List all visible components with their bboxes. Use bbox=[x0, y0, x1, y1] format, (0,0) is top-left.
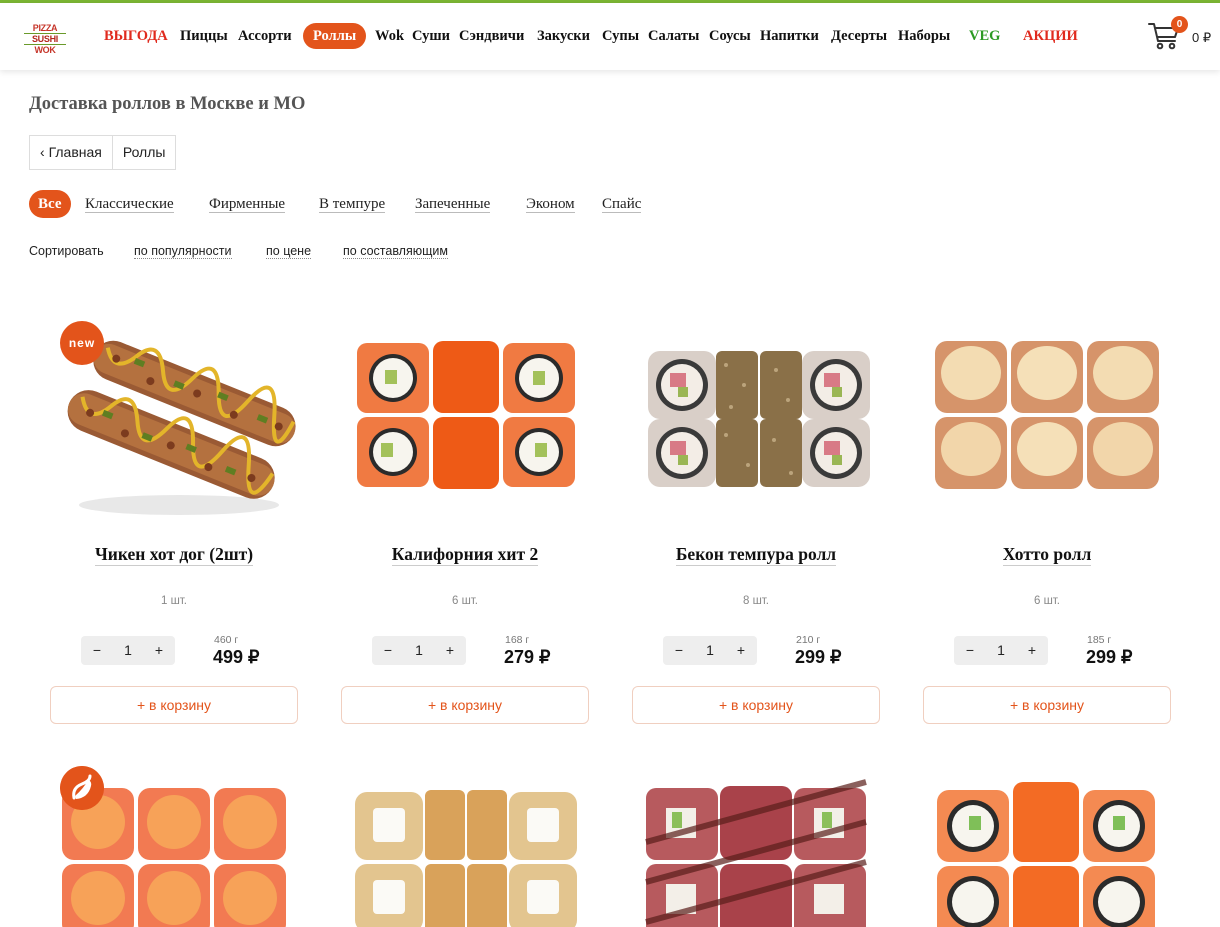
product-card bbox=[917, 762, 1177, 927]
logo-line-sushi: SUSHI bbox=[24, 33, 66, 45]
decrease-button[interactable]: − bbox=[962, 636, 978, 664]
nav-item-sets[interactable]: Наборы bbox=[898, 24, 950, 48]
product-card bbox=[335, 762, 595, 927]
decrease-button[interactable]: − bbox=[671, 636, 687, 664]
product-title[interactable]: Хотто ролл bbox=[917, 544, 1177, 566]
logo-line-wok: WOK bbox=[34, 45, 56, 55]
nav-item-pizza[interactable]: Пиццы bbox=[180, 24, 228, 48]
page-title: Доставка роллов в Москве и МО bbox=[29, 94, 306, 114]
product-image-eel[interactable] bbox=[626, 762, 886, 927]
product-count: 6 шт. bbox=[451, 595, 478, 607]
nav-item-sauces[interactable]: Соусы bbox=[709, 24, 751, 48]
add-to-cart-button[interactable]: + в корзину bbox=[341, 686, 589, 724]
product-weight: 168 г bbox=[505, 634, 530, 646]
product-title[interactable]: Бекон темпура ролл bbox=[626, 544, 886, 566]
nav-item-desserts[interactable]: Десерты bbox=[831, 24, 887, 48]
nav-item-assorti[interactable]: Ассорти bbox=[238, 24, 292, 48]
chili-icon bbox=[60, 766, 104, 810]
product-title-text: Хотто ролл bbox=[1002, 544, 1092, 566]
product-count: 1 шт. bbox=[160, 595, 187, 607]
product-title[interactable]: Чикен хот дог (2шт) bbox=[44, 544, 304, 566]
nav-item-soups[interactable]: Супы bbox=[602, 24, 639, 48]
product-image-baked[interactable] bbox=[917, 315, 1177, 525]
nav-item-promo[interactable]: АКЦИИ bbox=[1023, 24, 1078, 48]
increase-button[interactable]: + bbox=[1024, 636, 1040, 664]
nav-item-snacks[interactable]: Закуски bbox=[537, 24, 590, 48]
quantity-value: 1 bbox=[124, 642, 132, 658]
filter-label: Фирменные bbox=[209, 196, 286, 213]
product-image-tempura[interactable] bbox=[626, 315, 886, 525]
quantity-stepper: − 1 + bbox=[954, 636, 1048, 665]
quantity-stepper: − 1 + bbox=[81, 636, 175, 665]
nav-item-sushi[interactable]: Суши bbox=[412, 24, 450, 48]
filter-all[interactable]: Все bbox=[29, 190, 71, 218]
increase-button[interactable]: + bbox=[733, 636, 749, 664]
product-card bbox=[626, 762, 886, 927]
product-count: 6 шт. bbox=[1033, 595, 1060, 607]
nav-item-sandwiches[interactable]: Сэндвичи bbox=[459, 24, 524, 48]
quantity-value: 1 bbox=[997, 642, 1005, 658]
sort-by-popularity[interactable]: по популярности bbox=[134, 244, 232, 259]
filter-label: Эконом bbox=[526, 196, 575, 213]
breadcrumb: ‹ Главная Роллы bbox=[29, 135, 177, 170]
nav-item-vygoda[interactable]: ВЫГОДА bbox=[104, 24, 168, 48]
product-title[interactable]: Калифорния хит 2 bbox=[335, 544, 595, 566]
filter-econom[interactable]: Эконом bbox=[526, 190, 575, 218]
filter-baked[interactable]: Запеченные bbox=[415, 190, 491, 218]
decrease-button[interactable]: − bbox=[380, 636, 396, 664]
add-to-cart-button[interactable]: + в корзину bbox=[632, 686, 880, 724]
product-card bbox=[44, 762, 304, 927]
filter-classic[interactable]: Классические bbox=[85, 190, 174, 218]
product-price: 299 ₽ bbox=[1086, 647, 1133, 667]
product-weight: 185 г bbox=[1087, 634, 1112, 646]
site-header: PIZZA SUSHI WOK ВЫГОДА Пиццы Ассорти Рол… bbox=[0, 3, 1220, 70]
breadcrumb-home-label: Главная bbox=[48, 144, 102, 160]
quantity-value: 1 bbox=[706, 642, 714, 658]
quantity-stepper: − 1 + bbox=[372, 636, 466, 665]
filter-tempura[interactable]: В темпуре bbox=[319, 190, 386, 218]
add-to-cart-button[interactable]: + в корзину bbox=[50, 686, 298, 724]
sort-label: Сортировать bbox=[29, 244, 104, 258]
nav-item-salads[interactable]: Салаты bbox=[648, 24, 699, 48]
sort-by-price[interactable]: по цене bbox=[266, 244, 312, 259]
filter-signature[interactable]: Фирменные bbox=[209, 190, 286, 218]
decrease-button[interactable]: − bbox=[89, 636, 105, 664]
nav-item-rolls[interactable]: Роллы bbox=[303, 23, 367, 49]
product-price: 299 ₽ bbox=[795, 647, 842, 667]
product-title-text: Бекон темпура ролл bbox=[675, 544, 837, 566]
increase-button[interactable]: + bbox=[442, 636, 458, 664]
nav-item-wok[interactable]: Wok bbox=[375, 24, 404, 48]
quantity-stepper: − 1 + bbox=[663, 636, 757, 665]
product-image-california[interactable] bbox=[335, 315, 595, 525]
nav-item-drinks[interactable]: Напитки bbox=[760, 24, 819, 48]
cart-count-badge: 0 bbox=[1171, 16, 1188, 33]
product-count: 8 шт. bbox=[742, 595, 769, 607]
nav-item-veg[interactable]: VEG bbox=[969, 24, 1000, 48]
site-logo[interactable]: PIZZA SUSHI WOK bbox=[24, 23, 66, 55]
filter-label: Классические bbox=[85, 196, 174, 213]
cart-total[interactable]: 0 ₽ bbox=[1192, 30, 1211, 46]
add-to-cart-button[interactable]: + в корзину bbox=[923, 686, 1171, 724]
product-weight: 460 г bbox=[214, 634, 239, 646]
filter-spicy[interactable]: Спайс bbox=[602, 190, 642, 218]
increase-button[interactable]: + bbox=[151, 636, 167, 664]
new-badge: new bbox=[60, 321, 104, 365]
product-image-tempura-cheese[interactable] bbox=[335, 762, 595, 927]
product-price: 279 ₽ bbox=[504, 647, 551, 667]
product-title-text: Калифорния хит 2 bbox=[391, 544, 539, 566]
filter-label: В темпуре bbox=[319, 196, 386, 213]
chevron-left-icon: ‹ bbox=[40, 144, 49, 160]
breadcrumb-home[interactable]: ‹ Главная bbox=[29, 135, 113, 170]
product-title-text: Чикен хот дог (2шт) bbox=[94, 544, 254, 566]
logo-line-pizza: PIZZA bbox=[32, 23, 58, 33]
filter-label: Спайс bbox=[602, 196, 642, 213]
filter-label: Запеченные bbox=[415, 196, 491, 213]
quantity-value: 1 bbox=[415, 642, 423, 658]
product-image-salmon[interactable] bbox=[917, 762, 1177, 927]
sort-by-ingredients[interactable]: по составляющим bbox=[343, 244, 448, 259]
breadcrumb-current: Роллы bbox=[112, 135, 177, 170]
filter-label: Все bbox=[38, 196, 62, 212]
product-price: 499 ₽ bbox=[213, 647, 260, 667]
product-weight: 210 г bbox=[796, 634, 821, 646]
